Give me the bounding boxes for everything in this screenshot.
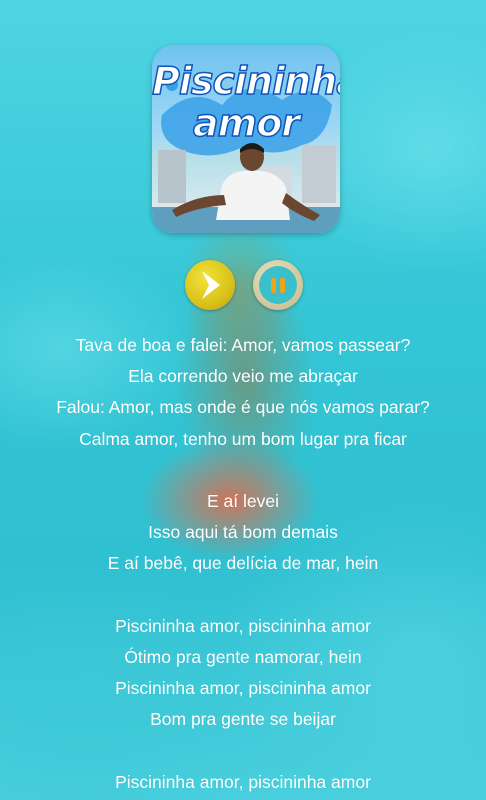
lyric-line: Isso aqui tá bom demais — [148, 522, 338, 543]
chevron-right-icon — [202, 271, 220, 299]
pause-button[interactable] — [253, 260, 303, 310]
lyric-line: Piscininha amor, piscininha amor — [115, 678, 371, 699]
lyric-line: Piscininha amor, piscininha amor — [115, 615, 371, 636]
lyric-spacer — [0, 580, 486, 611]
lyric-line: Ótimo pra gente namorar, hein — [124, 646, 362, 667]
album-cover: Piscininha amor — [152, 45, 340, 233]
lyric-line: Tava de boa e falei: Amor, vamos passear… — [75, 335, 411, 355]
play-button[interactable] — [185, 260, 235, 310]
lyric-spacer — [0, 455, 486, 486]
lyric-line: Bom pra gente se beijar — [150, 709, 336, 730]
lyric-line: E aí levei — [207, 490, 279, 511]
lyric-line: Calma amor, tenho um bom lugar pra ficar — [79, 428, 407, 449]
cover-title-line2: amor — [192, 100, 301, 146]
lyrics-text: Tava de boa e falei: Amor, vamos passear… — [0, 330, 486, 798]
pause-bar-left — [271, 278, 276, 293]
player-controls — [0, 259, 486, 311]
lyric-line: Piscininha amor, piscininha amor — [115, 771, 371, 792]
pause-bar-right — [280, 278, 285, 293]
lyric-spacer — [0, 735, 486, 766]
lyric-line: Falou: Amor, mas onde é que nós vamos pa… — [56, 397, 430, 418]
lyric-line: E aí bebê, que delícia de mar, hein — [107, 553, 379, 574]
pause-icon — [259, 266, 297, 304]
lyric-line: Ela correndo veio me abraçar — [128, 366, 358, 387]
cover-title-line1: Piscininha — [152, 58, 340, 104]
